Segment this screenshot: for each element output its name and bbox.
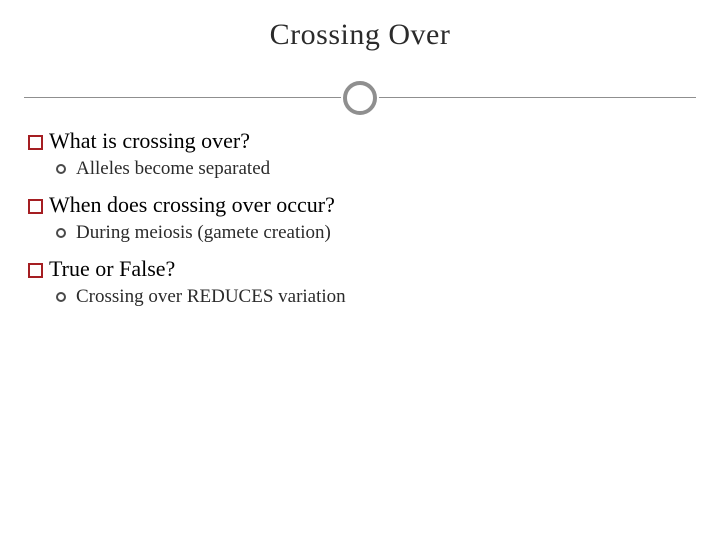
content-area: What is crossing over? Alleles become se… bbox=[28, 128, 692, 320]
square-bullet-icon bbox=[28, 263, 43, 278]
circle-bullet-icon bbox=[56, 292, 66, 302]
bullet-text: What is crossing over? bbox=[49, 128, 250, 154]
square-bullet-icon bbox=[28, 199, 43, 214]
bullet-level1: What is crossing over? bbox=[28, 128, 692, 154]
bullet-text: When does crossing over occur? bbox=[49, 192, 335, 218]
slide: Crossing Over What is crossing over? All… bbox=[0, 0, 720, 540]
subbullet-text: Crossing over REDUCES variation bbox=[76, 286, 346, 308]
bullet-level2: Alleles become separated bbox=[56, 158, 692, 180]
bullet-level2: During meiosis (gamete creation) bbox=[56, 222, 692, 244]
subbullet-text: During meiosis (gamete creation) bbox=[76, 222, 331, 244]
ring-icon bbox=[343, 81, 377, 115]
title-divider bbox=[0, 78, 720, 118]
circle-bullet-icon bbox=[56, 164, 66, 174]
bullet-level1: True or False? bbox=[28, 256, 692, 282]
circle-bullet-icon bbox=[56, 228, 66, 238]
bullet-level2: Crossing over REDUCES variation bbox=[56, 286, 692, 308]
subbullet-text: Alleles become separated bbox=[76, 158, 270, 180]
slide-title: Crossing Over bbox=[0, 18, 720, 52]
bullet-text: True or False? bbox=[49, 256, 175, 282]
bullet-level1: When does crossing over occur? bbox=[28, 192, 692, 218]
square-bullet-icon bbox=[28, 135, 43, 150]
